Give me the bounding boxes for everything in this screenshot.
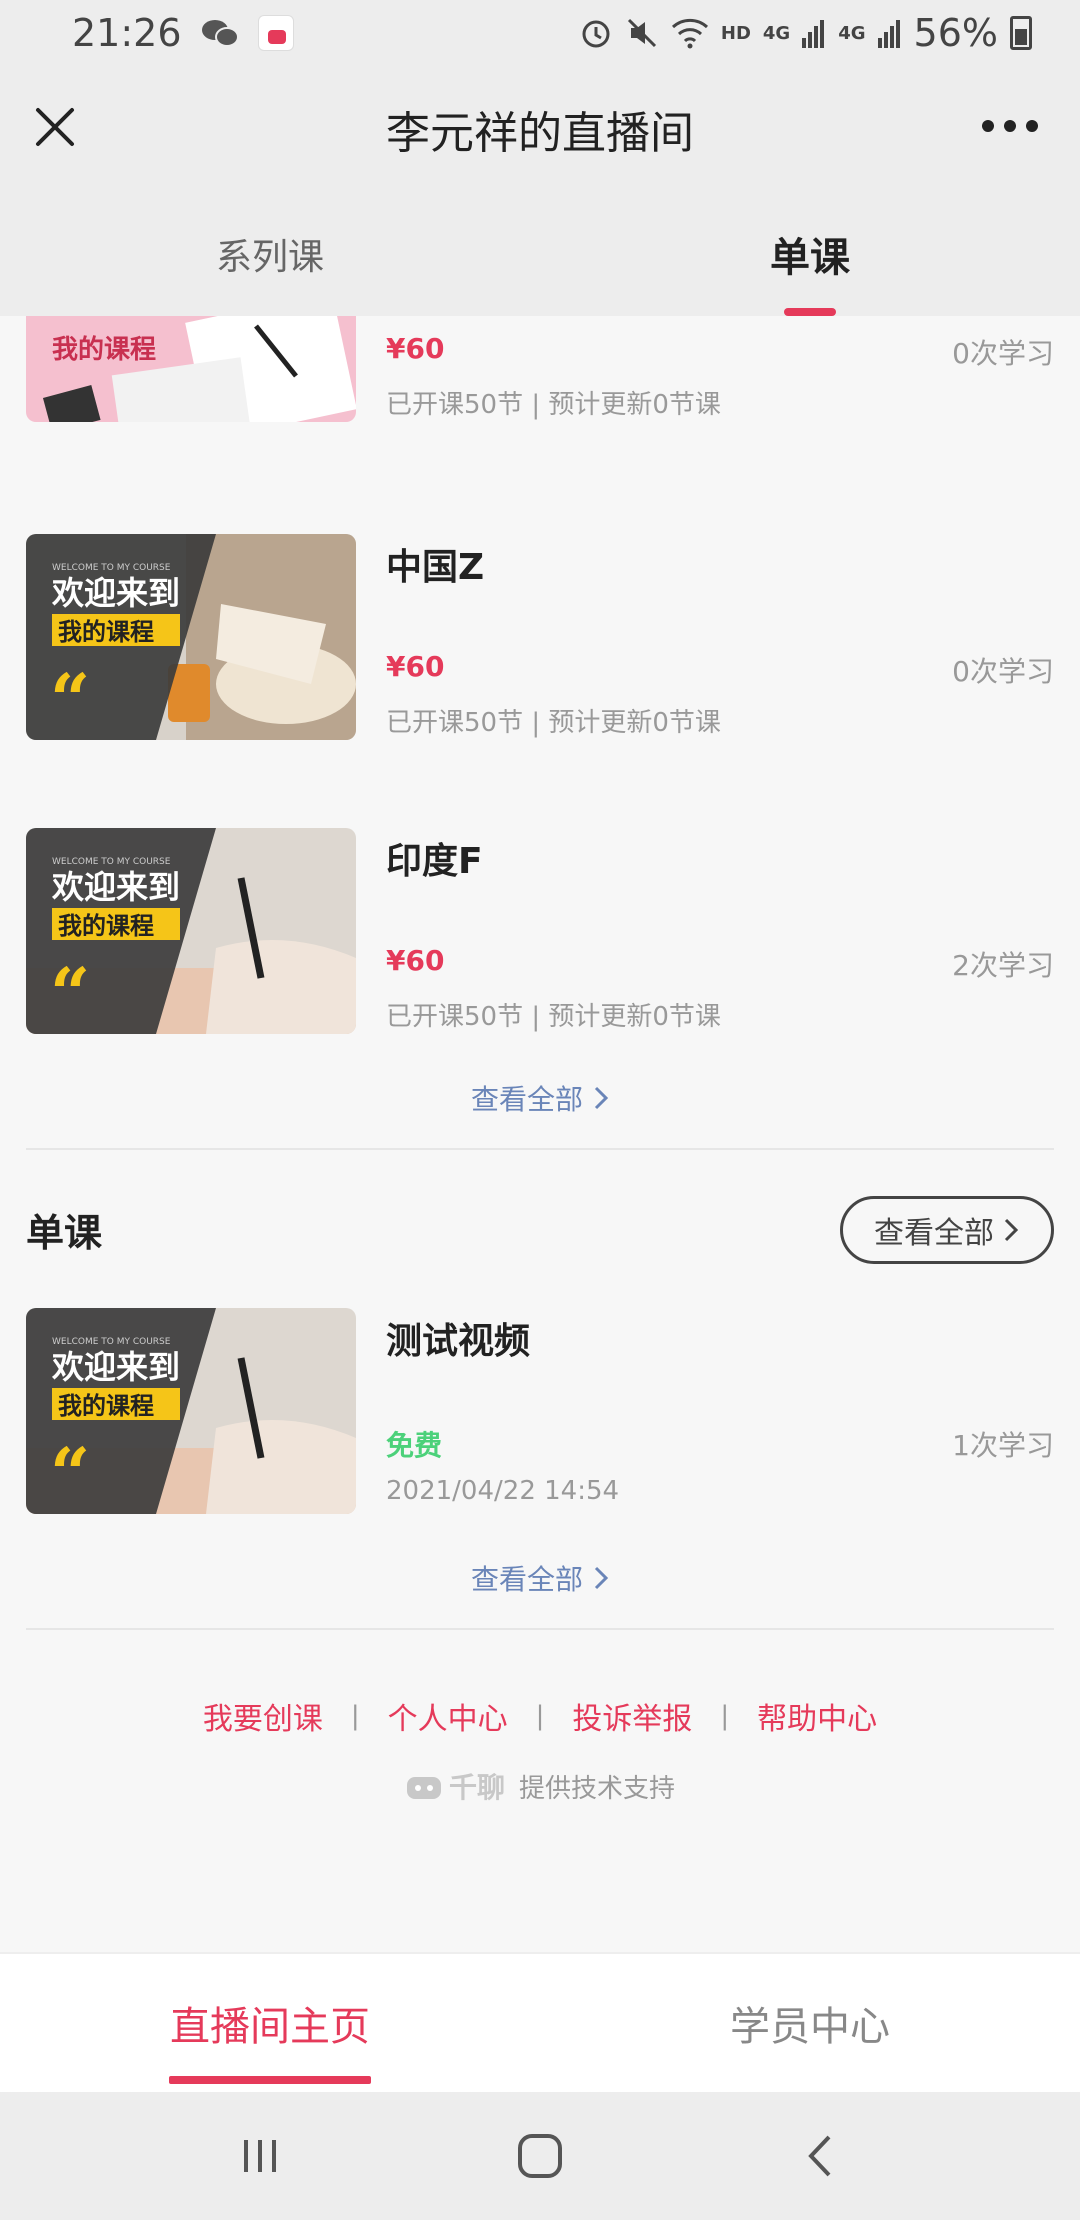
tab-bar: 系列课 单课 <box>0 192 1080 316</box>
course-study-count: 2次学习 <box>952 949 1054 982</box>
thumb-welcome-text: 欢迎来到 <box>51 1348 180 1386</box>
section-title: 单课 <box>26 1211 103 1255</box>
brand-logo-icon <box>406 1777 441 1799</box>
course-meta: 已开课50节 | 预计更新0节课 <box>386 708 721 738</box>
chevron-right-icon <box>1004 1218 1019 1242</box>
course-study-count: 1次学习 <box>952 1429 1054 1462</box>
battery-icon <box>1010 16 1032 50</box>
footer-link-complaint[interactable]: 投诉举报 <box>572 1694 692 1738</box>
course-date: 2021/04/22 14:54 <box>386 1476 620 1506</box>
system-nav-bar <box>0 2092 1080 2220</box>
thumb-course-text: 我的课程 <box>52 334 156 365</box>
brand-logo: 千聊 <box>405 1766 505 1806</box>
status-bar: 21:26 HD 4G 4G 56% <box>0 0 1080 66</box>
svg-text:“: “ <box>50 658 90 740</box>
course-study-count: 0次学习 <box>952 655 1054 688</box>
course-thumbnail: 欢迎来到 我的课程 <box>26 316 356 422</box>
brand-name: 千聊 <box>448 1771 505 1804</box>
close-icon[interactable] <box>30 102 80 152</box>
mute-icon <box>625 16 659 50</box>
net-label-2: 4G <box>838 22 866 44</box>
thumb-small-text: WELCOME TO MY COURSE <box>52 563 171 573</box>
footer-links: 我要创课 | 个人中心 | 投诉举报 | 帮助中心 <box>0 1694 1080 1738</box>
wifi-icon <box>671 17 709 49</box>
course-title: 测试视频 <box>386 1321 531 1362</box>
course-item[interactable]: WELCOME TO MY COURSE 欢迎来到 我的课程 “ 印度F ¥60… <box>26 828 1054 1034</box>
signal-icon <box>877 18 902 48</box>
title-bar: 李元祥的直播间 <box>0 66 1080 192</box>
net-label-1: 4G <box>762 22 791 44</box>
chevron-right-icon <box>594 1086 609 1110</box>
tab-series[interactable]: 系列课 <box>0 192 540 316</box>
course-meta: 已开课50节 | 预计更新0节课 <box>386 390 721 420</box>
course-price: ¥60 <box>386 650 445 683</box>
divider <box>26 1148 1054 1150</box>
course-item[interactable]: 欢迎来到 我的课程 ¥60 0次学习 已开课50节 | 预计更新0节课 <box>26 316 1054 422</box>
signal-icon <box>802 18 826 48</box>
view-all-button-label: 查看全部 <box>874 1216 994 1251</box>
view-all-label: 查看全部 <box>470 1083 583 1116</box>
view-all-link[interactable]: 查看全部 <box>0 1078 1080 1118</box>
divider <box>26 1628 1054 1630</box>
thumb-small-text: WELCOME TO MY COURSE <box>52 857 171 867</box>
home-icon[interactable] <box>510 2126 570 2186</box>
course-title: 印度F <box>386 841 483 882</box>
page-title: 李元祥的直播间 <box>386 108 694 159</box>
back-icon[interactable] <box>790 2126 850 2186</box>
view-all-link[interactable]: 查看全部 <box>0 1558 1080 1598</box>
hd-label: HD <box>720 22 751 44</box>
app-badge-icon <box>257 15 294 51</box>
course-meta: 已开课50节 | 预计更新0节课 <box>386 1002 721 1032</box>
thumb-small-text: WELCOME TO MY COURSE <box>52 1337 171 1347</box>
course-item[interactable]: WELCOME TO MY COURSE 欢迎来到 我的课程 “ 测试视频 免费… <box>26 1308 1054 1514</box>
alarm-icon <box>579 16 613 50</box>
nav-student-center[interactable]: 学员中心 <box>540 1954 1080 2092</box>
thumb-course-text: 我的课程 <box>58 1392 154 1420</box>
footer-link-help-center[interactable]: 帮助中心 <box>757 1694 877 1738</box>
tab-single[interactable]: 单课 <box>540 192 1080 316</box>
course-item[interactable]: WELCOME TO MY COURSE 欢迎来到 我的课程 “ 中国Z ¥60… <box>26 534 1054 740</box>
course-thumbnail: WELCOME TO MY COURSE 欢迎来到 我的课程 “ <box>26 1308 356 1514</box>
more-icon[interactable] <box>982 116 1038 136</box>
bottom-nav: 直播间主页 学员中心 <box>0 1952 1080 2092</box>
course-thumbnail: WELCOME TO MY COURSE 欢迎来到 我的课程 “ <box>26 534 356 740</box>
course-price: 免费 <box>386 1429 443 1462</box>
course-thumbnail: WELCOME TO MY COURSE 欢迎来到 我的课程 “ <box>26 828 356 1034</box>
thumb-welcome-text: 欢迎来到 <box>51 868 180 906</box>
svg-text:“: “ <box>50 952 90 1034</box>
svg-text:“: “ <box>50 1432 90 1514</box>
recent-apps-icon[interactable] <box>230 2126 290 2186</box>
nav-live-home[interactable]: 直播间主页 <box>0 1954 540 2092</box>
thumb-course-text: 我的课程 <box>58 912 154 940</box>
course-title: 中国Z <box>386 547 485 588</box>
view-all-label: 查看全部 <box>470 1563 583 1596</box>
thumb-course-text: 我的课程 <box>58 618 154 646</box>
status-time: 21:26 <box>72 11 182 55</box>
view-all-button[interactable]: 查看全部 <box>840 1196 1054 1264</box>
course-list: 欢迎来到 我的课程 ¥60 0次学习 已开课50节 | 预计更新0节课 WELC… <box>0 316 1080 1952</box>
battery-percent: 56% <box>913 11 998 55</box>
footer-link-create-course[interactable]: 我要创课 <box>203 1694 323 1738</box>
wechat-icon <box>200 17 240 49</box>
course-price: ¥60 <box>386 944 445 977</box>
course-study-count: 0次学习 <box>952 337 1054 370</box>
thumb-welcome-text: 欢迎来到 <box>51 574 180 612</box>
powered-text: 提供技术支持 <box>519 1773 676 1804</box>
powered-by: 千聊 提供技术支持 <box>0 1766 1080 1806</box>
chevron-right-icon <box>594 1566 609 1590</box>
footer-link-personal-center[interactable]: 个人中心 <box>388 1694 508 1738</box>
course-price: ¥60 <box>386 332 445 365</box>
